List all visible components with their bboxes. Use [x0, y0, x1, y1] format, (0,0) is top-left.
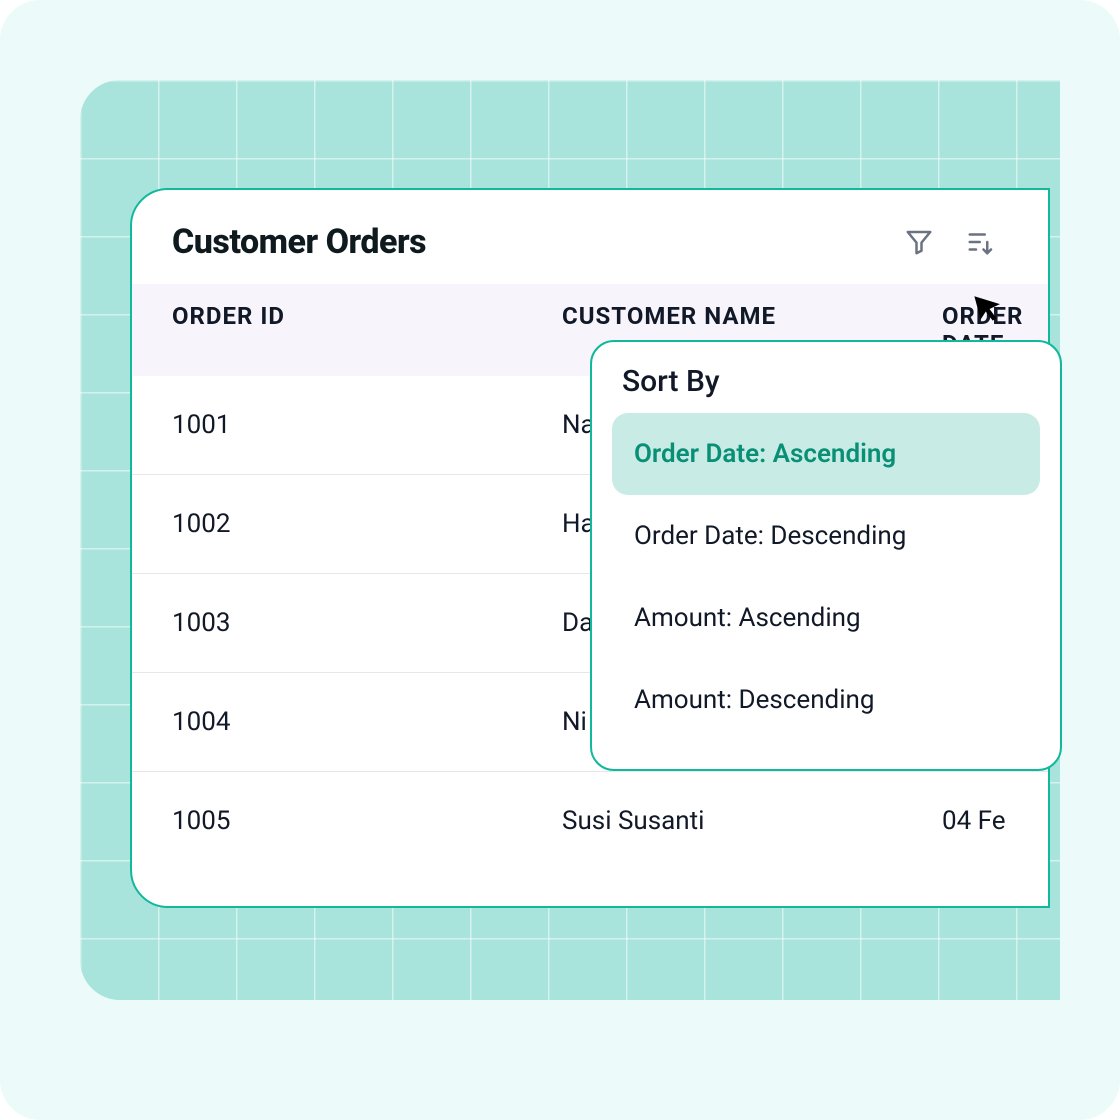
outer-frame: Customer Orders — [0, 0, 1120, 1120]
sort-button[interactable] — [964, 225, 998, 259]
sort-icon — [966, 227, 996, 257]
cell-order-id: 1004 — [172, 707, 562, 737]
cell-order-id: 1001 — [172, 410, 562, 440]
cursor-icon — [972, 290, 1006, 328]
sort-dropdown-title: Sort By — [612, 364, 1040, 413]
sort-dropdown: Sort By Order Date: Ascending Order Date… — [590, 340, 1062, 771]
sort-option-order-date-desc[interactable]: Order Date: Descending — [612, 495, 1040, 577]
cell-order-id: 1003 — [172, 608, 562, 638]
card-header: Customer Orders — [132, 190, 1048, 284]
cell-order-date: 04 Fe — [942, 806, 1008, 836]
filter-icon — [904, 227, 934, 257]
card-actions — [902, 225, 998, 259]
cell-order-id: 1002 — [172, 509, 562, 539]
sort-option-amount-asc[interactable]: Amount: Ascending — [612, 577, 1040, 659]
filter-button[interactable] — [902, 225, 936, 259]
cell-order-id: 1005 — [172, 806, 562, 836]
cell-customer-name: Susi Susanti — [562, 806, 942, 836]
column-header-order-id[interactable]: ORDER ID — [172, 302, 562, 358]
table-row[interactable]: 1005 Susi Susanti 04 Fe — [132, 772, 1048, 870]
sort-option-amount-desc[interactable]: Amount: Descending — [612, 659, 1040, 741]
card-title: Customer Orders — [172, 222, 426, 262]
sort-option-order-date-asc[interactable]: Order Date: Ascending — [612, 413, 1040, 495]
